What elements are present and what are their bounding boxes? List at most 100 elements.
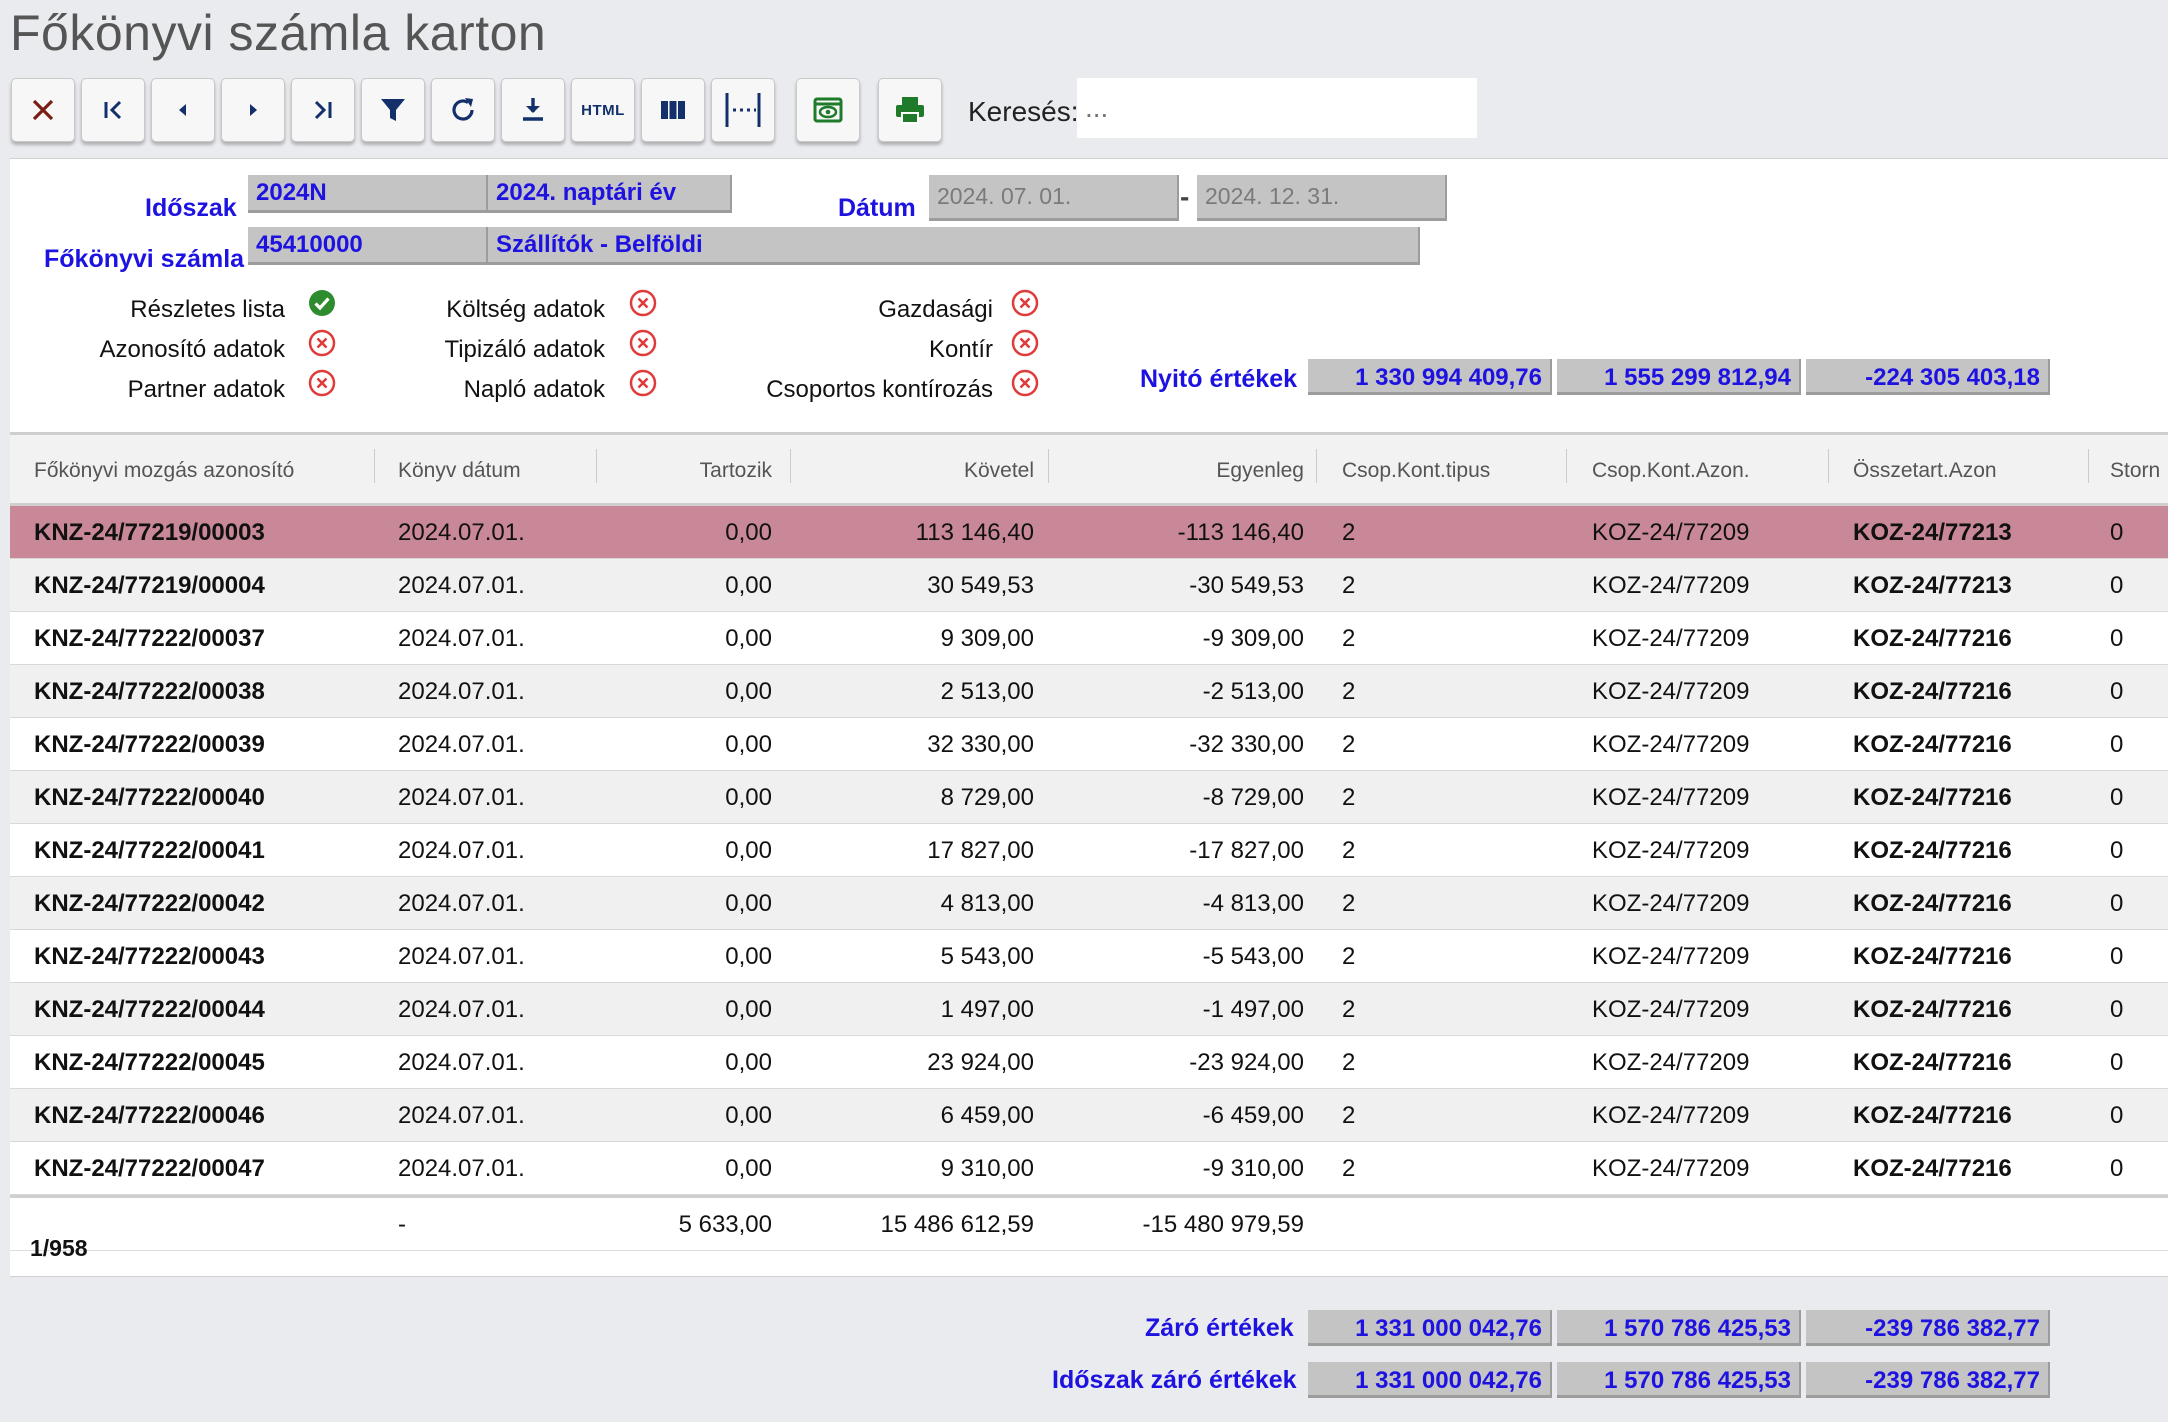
check-icon[interactable] xyxy=(308,289,336,317)
prev-button[interactable] xyxy=(151,78,215,142)
table-row[interactable]: KNZ-24/77222/00043 2024.07.01. 0,00 5 543,0… xyxy=(10,930,2168,983)
cell-credit: 113 146,40 xyxy=(915,519,1034,546)
cell-aggregate-id: KOZ-24/77216 xyxy=(1853,784,2012,811)
cell-group-type: 2 xyxy=(1342,996,1356,1023)
period-code-field[interactable]: 2024N xyxy=(248,175,488,213)
column-header-storno[interactable]: Storn xyxy=(2110,459,2160,483)
download-icon xyxy=(523,98,543,121)
cell-credit: 9 309,00 xyxy=(940,625,1034,652)
cross-circle-icon[interactable] xyxy=(308,329,336,357)
cell-balance: -8 729,00 xyxy=(1202,784,1304,811)
opening-balance-value: -224 305 403,18 xyxy=(1806,359,2050,395)
printer-icon xyxy=(896,97,924,124)
cross-circle-icon[interactable] xyxy=(1011,329,1039,357)
column-header-aggregate-id[interactable]: Összetart.Azon xyxy=(1853,459,1997,483)
download-button[interactable] xyxy=(501,78,565,142)
next-button[interactable] xyxy=(221,78,285,142)
cell-group-type: 2 xyxy=(1342,1155,1356,1182)
column-header-date[interactable]: Könyv dátum xyxy=(398,459,521,483)
account-code-field[interactable]: 45410000 xyxy=(248,227,488,265)
preview-button[interactable] xyxy=(796,78,860,142)
column-header-balance[interactable]: Egyenleg xyxy=(1048,459,1304,483)
close-button[interactable] xyxy=(11,78,75,142)
date-to-field[interactable]: 2024. 12. 31. xyxy=(1197,175,1447,221)
closing-balance-value: -239 786 382,77 xyxy=(1806,1310,2050,1346)
cross-circle-icon[interactable] xyxy=(1011,289,1039,317)
table-row[interactable]: KNZ-24/77222/00041 2024.07.01. 0,00 17 827,… xyxy=(10,824,2168,877)
account-name-field[interactable]: Szállítók - Belföldi xyxy=(488,227,1420,265)
cross-circle-icon[interactable] xyxy=(629,329,657,357)
prev-icon xyxy=(179,104,186,116)
cell-balance: -17 827,00 xyxy=(1189,837,1304,864)
cell-storno: 0 xyxy=(2110,572,2124,599)
column-divider xyxy=(374,449,375,483)
column-header-group-id[interactable]: Csop.Kont.Azon. xyxy=(1592,459,1750,483)
cell-group-type: 2 xyxy=(1342,519,1356,546)
cell-balance: -6 459,00 xyxy=(1202,1102,1304,1129)
table-body: KNZ-24/77219/00003 2024.07.01. 0,00 113 146… xyxy=(10,506,2168,1195)
cell-date: 2024.07.01. xyxy=(398,1049,525,1076)
cell-group-id: KOZ-24/77209 xyxy=(1592,784,1750,811)
option-partner-data-label: Partner adatok xyxy=(127,376,285,403)
page-title: Főkönyvi számla karton xyxy=(10,5,547,61)
cross-circle-icon[interactable] xyxy=(629,369,657,397)
cell-debit: 0,00 xyxy=(725,1155,772,1182)
cross-circle-icon[interactable] xyxy=(308,369,336,397)
cell-credit: 30 549,53 xyxy=(927,572,1034,599)
cell-group-id: KOZ-24/77209 xyxy=(1592,572,1750,599)
cell-debit: 0,00 xyxy=(725,572,772,599)
column-divider xyxy=(1828,449,1829,483)
table-row[interactable]: KNZ-24/77222/00042 2024.07.01. 0,00 4 813,0… xyxy=(10,877,2168,930)
cell-balance: -32 330,00 xyxy=(1189,731,1304,758)
period-label: Időszak xyxy=(145,194,237,222)
period-name-field[interactable]: 2024. naptári év xyxy=(488,175,732,213)
closing-credit-value: 1 570 786 425,53 xyxy=(1557,1310,1801,1346)
main-panel: Időszak 2024N 2024. naptári év Dátum 202… xyxy=(10,158,2168,1277)
cross-circle-icon[interactable] xyxy=(629,289,657,317)
table-row[interactable]: KNZ-24/77222/00045 2024.07.01. 0,00 23 924,… xyxy=(10,1036,2168,1089)
columns-icon xyxy=(661,101,685,119)
period-closing-balance-value: -239 786 382,77 xyxy=(1806,1362,2050,1398)
first-button[interactable] xyxy=(81,78,145,142)
table-row[interactable]: KNZ-24/77222/00046 2024.07.01. 0,00 6 459,0… xyxy=(10,1089,2168,1142)
cell-debit: 0,00 xyxy=(725,784,772,811)
opening-values-label: Nyitó értékek xyxy=(1140,365,1298,393)
cell-aggregate-id: KOZ-24/77216 xyxy=(1853,1049,2012,1076)
cell-aggregate-id: KOZ-24/77216 xyxy=(1853,1155,2012,1182)
column-width-button[interactable] xyxy=(711,78,775,142)
cell-date: 2024.07.01. xyxy=(398,943,525,970)
option-kontir-label: Kontír xyxy=(928,336,993,363)
table-row[interactable]: KNZ-24/77222/00038 2024.07.01. 0,00 2 513,0… xyxy=(10,665,2168,718)
last-button[interactable] xyxy=(291,78,355,142)
column-header-debit[interactable]: Tartozik xyxy=(596,459,772,483)
cell-credit: 1 497,00 xyxy=(940,996,1034,1023)
table-row[interactable]: KNZ-24/77222/00040 2024.07.01. 0,00 8 729,0… xyxy=(10,771,2168,824)
table-row[interactable]: KNZ-24/77222/00037 2024.07.01. 0,00 9 309,0… xyxy=(10,612,2168,665)
column-header-id[interactable]: Főkönyvi mozgás azonosító xyxy=(34,459,294,483)
columns-button[interactable] xyxy=(641,78,705,142)
table-row[interactable]: KNZ-24/77222/00044 2024.07.01. 0,00 1 497,0… xyxy=(10,983,2168,1036)
option-identifier-data-label: Azonosító adatok xyxy=(99,336,285,363)
cell-date: 2024.07.01. xyxy=(398,731,525,758)
table-row[interactable]: KNZ-24/77222/00047 2024.07.01. 0,00 9 310,0… xyxy=(10,1142,2168,1195)
cell-group-id: KOZ-24/77209 xyxy=(1592,678,1750,705)
refresh-button[interactable] xyxy=(431,78,495,142)
table-row[interactable]: KNZ-24/77219/00003 2024.07.01. 0,00 113 146… xyxy=(10,506,2168,559)
cell-date: 2024.07.01. xyxy=(398,625,525,652)
column-header-group-type[interactable]: Csop.Kont.tipus xyxy=(1342,459,1490,483)
cross-circle-icon[interactable] xyxy=(1011,369,1039,397)
cell-group-id: KOZ-24/77209 xyxy=(1592,996,1750,1023)
filter-button[interactable] xyxy=(361,78,425,142)
print-button[interactable] xyxy=(878,78,942,142)
cell-date: 2024.07.01. xyxy=(398,678,525,705)
table-row[interactable]: KNZ-24/77219/00004 2024.07.01. 0,00 30 549,… xyxy=(10,559,2168,612)
column-header-credit[interactable]: Követel xyxy=(790,459,1034,483)
table-row[interactable]: KNZ-24/77222/00039 2024.07.01. 0,00 32 330,… xyxy=(10,718,2168,771)
date-from-field[interactable]: 2024. 07. 01. xyxy=(929,175,1179,221)
cell-storno: 0 xyxy=(2110,731,2124,758)
html-export-button[interactable]: HTML xyxy=(571,78,635,142)
cell-debit: 0,00 xyxy=(725,678,772,705)
cell-aggregate-id: KOZ-24/77216 xyxy=(1853,625,2012,652)
cell-date: 2024.07.01. xyxy=(398,1102,525,1129)
search-input[interactable] xyxy=(1077,78,1477,138)
